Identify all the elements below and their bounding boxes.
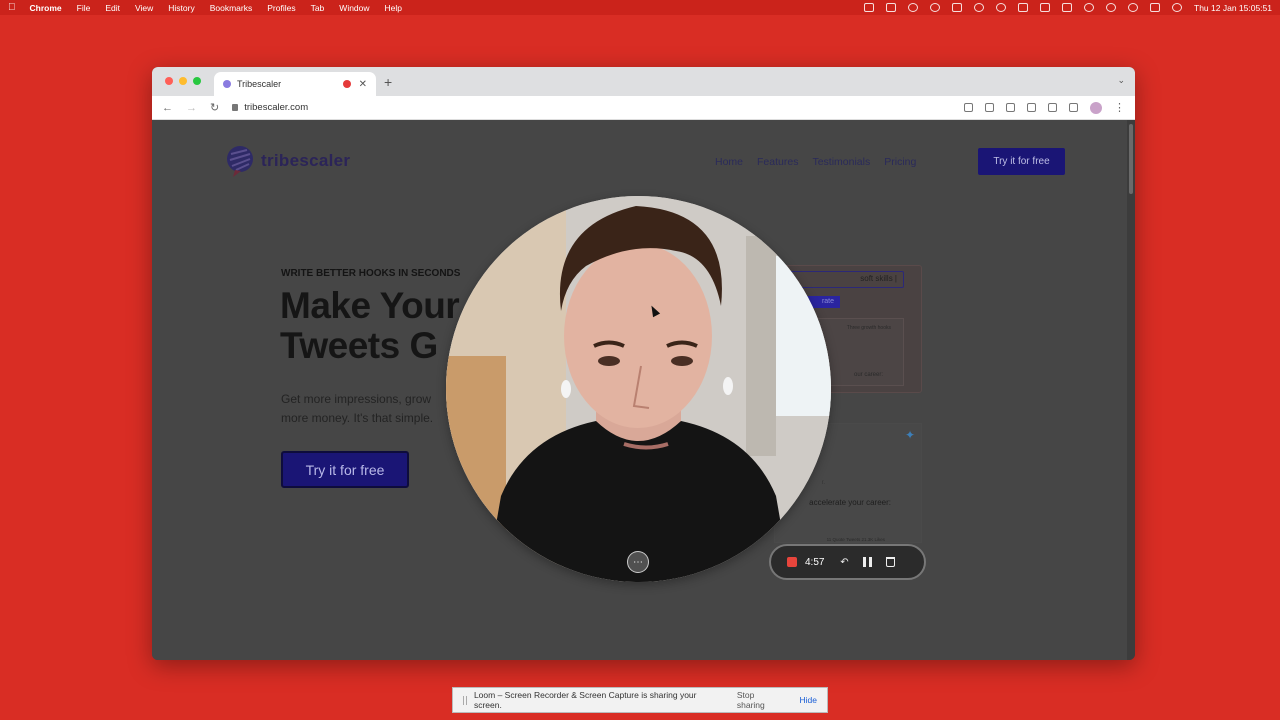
site-logo[interactable]: tribescaler bbox=[225, 144, 350, 178]
side-panel-icon[interactable] bbox=[1069, 103, 1078, 112]
browser-toolbar: ← → ↻ tribescaler.com ⋮ bbox=[152, 96, 1135, 120]
stop-sharing-button[interactable]: Stop sharing bbox=[737, 690, 784, 710]
nav-features[interactable]: Features bbox=[757, 156, 798, 168]
bookmark-star-icon[interactable] bbox=[1006, 103, 1015, 112]
menu-view[interactable]: View bbox=[135, 3, 153, 13]
sharing-message: Loom – Screen Recorder & Screen Capture … bbox=[473, 690, 697, 710]
camera-bubble[interactable] bbox=[446, 196, 831, 582]
bluetooth-icon[interactable] bbox=[1040, 3, 1051, 12]
address-bar[interactable]: tribescaler.com bbox=[232, 102, 308, 113]
close-tab-icon[interactable]: ✕ bbox=[359, 79, 367, 90]
delete-recording-icon[interactable] bbox=[886, 557, 896, 567]
reading-list-icon[interactable] bbox=[1048, 103, 1057, 112]
try-free-hero-button[interactable]: Try it for free bbox=[281, 451, 409, 488]
subtitle-line-1: Get more impressions, grow bbox=[281, 392, 432, 406]
menu-clock[interactable]: Thu 12 Jan 15:05:51 bbox=[1194, 3, 1272, 13]
nav-pricing[interactable]: Pricing bbox=[884, 156, 916, 168]
tweet-stats: 11 Quote Tweets 21.3K Likes bbox=[826, 537, 885, 542]
siri-icon[interactable] bbox=[1172, 3, 1183, 12]
menu-window[interactable]: Window bbox=[339, 3, 369, 13]
menu-bookmarks[interactable]: Bookmarks bbox=[210, 3, 253, 13]
menu-tab[interactable]: Tab bbox=[311, 3, 325, 13]
camera-options-button[interactable]: ⋯ bbox=[627, 551, 649, 573]
close-window-icon[interactable] bbox=[165, 77, 173, 85]
forward-icon[interactable]: → bbox=[186, 102, 197, 114]
webcam-feed-image bbox=[446, 196, 831, 582]
page-scrollbar[interactable] bbox=[1127, 120, 1135, 660]
menu-help[interactable]: Help bbox=[385, 3, 402, 13]
site-nav: Home Features Testimonials Pricing bbox=[715, 156, 916, 168]
share-icon[interactable] bbox=[985, 103, 994, 112]
nav-home[interactable]: Home bbox=[715, 156, 743, 168]
status-app-icon[interactable] bbox=[886, 3, 897, 12]
status-app-icon[interactable] bbox=[930, 3, 941, 12]
control-center-icon[interactable] bbox=[1150, 3, 1161, 12]
send-icon[interactable] bbox=[908, 3, 919, 12]
menu-app-name[interactable]: Chrome bbox=[30, 3, 62, 13]
status-app-icon[interactable] bbox=[864, 3, 875, 12]
restart-recording-icon[interactable]: ↶ bbox=[839, 557, 849, 568]
search-icon[interactable] bbox=[1128, 3, 1139, 12]
menu-profiles[interactable]: Profiles bbox=[267, 3, 295, 13]
new-tab-icon[interactable]: + bbox=[384, 74, 392, 90]
brand-name: tribescaler bbox=[261, 151, 351, 170]
menu-history[interactable]: History bbox=[168, 3, 194, 13]
url-text[interactable]: tribescaler.com bbox=[244, 102, 308, 113]
hide-button[interactable]: Hide bbox=[800, 695, 817, 705]
toolbar-actions: ⋮ bbox=[964, 101, 1125, 114]
try-free-header-button[interactable]: Try it for free bbox=[978, 148, 1065, 175]
back-icon[interactable]: ← bbox=[162, 102, 173, 114]
recording-timer: 4:57 bbox=[805, 556, 825, 568]
status-app-icon[interactable] bbox=[974, 3, 985, 12]
scrollbar-thumb[interactable] bbox=[1129, 124, 1133, 194]
camera-icon[interactable] bbox=[964, 103, 973, 112]
maximize-window-icon[interactable] bbox=[193, 77, 201, 85]
more-menu-icon[interactable]: ⋮ bbox=[1114, 101, 1125, 114]
battery-icon[interactable] bbox=[1062, 3, 1073, 12]
hero-subtitle: Get more impressions, grow more money. I… bbox=[281, 390, 433, 428]
subtitle-line-2: more money. It's that simple. bbox=[281, 411, 434, 425]
lock-icon[interactable] bbox=[232, 104, 239, 111]
status-app-icon[interactable] bbox=[996, 3, 1007, 12]
stop-recording-icon[interactable] bbox=[787, 557, 797, 567]
recording-indicator-icon bbox=[342, 80, 351, 88]
apple-icon[interactable]:  bbox=[8, 2, 16, 13]
tab-strip: Tribescaler ✕ + ⌄ bbox=[152, 67, 1135, 96]
nav-testimonials[interactable]: Testimonials bbox=[812, 156, 870, 168]
wifi-icon[interactable] bbox=[1084, 3, 1095, 12]
tab-search-icon[interactable]: ⌄ bbox=[1117, 75, 1125, 86]
demo-result-title: Three growth hooks bbox=[846, 325, 891, 331]
extensions-icon[interactable] bbox=[1027, 103, 1036, 112]
drag-handle-icon[interactable] bbox=[463, 695, 467, 705]
screen-sharing-bar: Loom – Screen Recorder & Screen Capture … bbox=[452, 687, 828, 713]
twitter-bird-icon: ✦ bbox=[904, 428, 915, 442]
clock-icon[interactable] bbox=[1106, 3, 1117, 12]
status-icons: Thu 12 Jan 15:05:51 bbox=[864, 3, 1272, 13]
demo-result-line: our career: bbox=[853, 372, 883, 378]
menu-file[interactable]: File bbox=[77, 3, 91, 13]
status-app-icon[interactable] bbox=[952, 3, 963, 12]
pause-recording-icon[interactable] bbox=[863, 557, 873, 567]
menu-bar:  Chrome File Edit View History Bookmark… bbox=[0, 0, 1280, 15]
status-app-icon[interactable] bbox=[1018, 3, 1029, 12]
headline-line-1: Make Your bbox=[280, 285, 460, 326]
window-controls bbox=[165, 77, 201, 85]
profile-avatar[interactable] bbox=[1090, 101, 1102, 114]
favicon-icon bbox=[223, 80, 231, 88]
reload-icon[interactable]: ↻ bbox=[210, 101, 219, 114]
hero-eyebrow: WRITE BETTER HOOKS IN SECONDS bbox=[281, 268, 461, 279]
headline-line-2: Tweets G bbox=[280, 325, 438, 366]
menu-edit[interactable]: Edit bbox=[105, 3, 120, 13]
minimize-window-icon[interactable] bbox=[179, 77, 187, 85]
hero-headline: Make Your Tweets G bbox=[280, 285, 460, 366]
tab-title: Tribescaler bbox=[237, 79, 282, 89]
brand-logo-icon bbox=[227, 146, 253, 177]
tab-tribescaler[interactable]: Tribescaler ✕ bbox=[214, 72, 376, 96]
recording-controls: 4:57 ↶ bbox=[769, 544, 926, 580]
